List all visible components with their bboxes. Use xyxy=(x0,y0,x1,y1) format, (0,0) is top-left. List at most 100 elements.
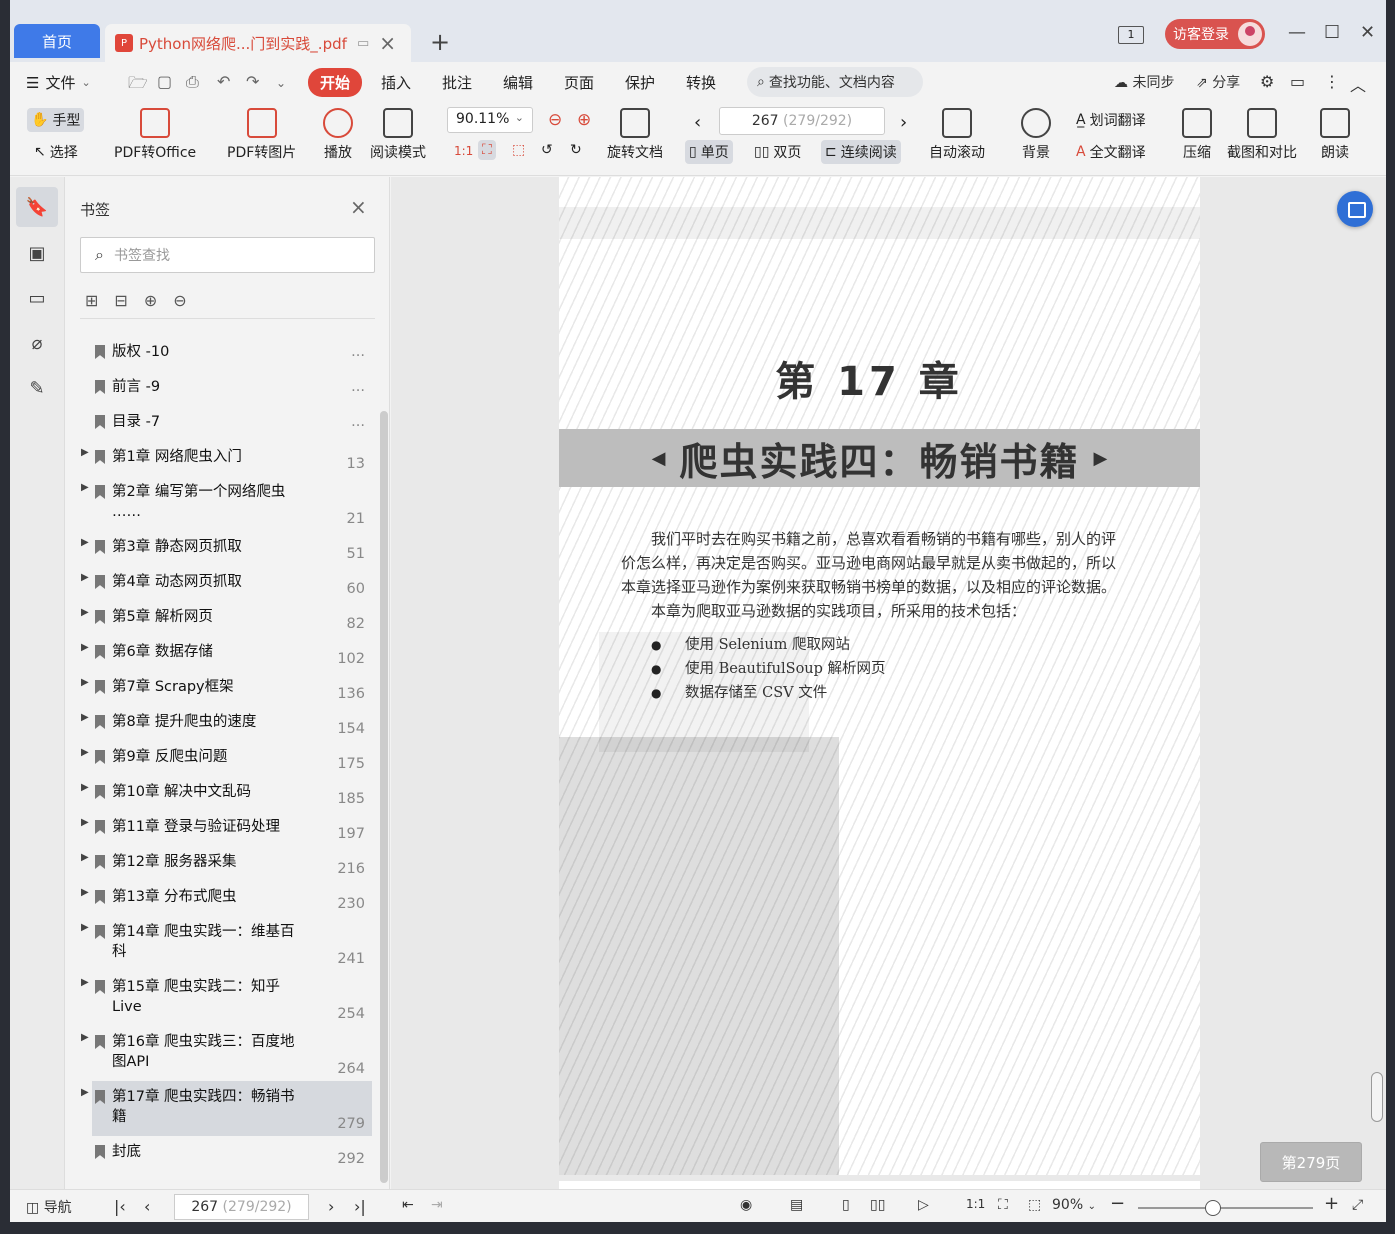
close-window-button[interactable]: ✕ xyxy=(1360,22,1375,43)
read-mode-button[interactable]: 阅读模式 xyxy=(370,108,426,162)
share-button[interactable]: ⇗ 分享 xyxy=(1196,72,1240,92)
attachment-icon[interactable]: ⌀ xyxy=(16,323,58,363)
compress-button[interactable]: 压缩 xyxy=(1182,108,1212,162)
fullscreen-icon[interactable]: ⤢ xyxy=(1352,1197,1363,1213)
feature-search[interactable]: ⌕ 查找功能、文档内容 xyxy=(747,67,923,97)
pin-icon[interactable]: ▭ xyxy=(357,36,369,51)
rotate-left-icon[interactable]: ↺ xyxy=(537,140,557,160)
tab-home[interactable]: 首页 xyxy=(14,24,100,58)
tab-start[interactable]: 开始 xyxy=(308,68,363,97)
fit-width-icon[interactable]: ⬚ xyxy=(1028,1197,1041,1213)
expand-arrow-icon[interactable]: ▶ xyxy=(81,887,89,898)
expand-arrow-icon[interactable]: ▶ xyxy=(81,922,89,933)
expand-arrow-icon[interactable]: ▶ xyxy=(81,977,89,988)
expand-arrow-icon[interactable]: ▶ xyxy=(81,817,89,828)
bookmark-panel-icon[interactable]: 🔖 xyxy=(16,187,58,227)
rotate-right-icon[interactable]: ↻ xyxy=(566,140,586,160)
minimize-button[interactable]: — xyxy=(1288,22,1306,43)
settings-icon[interactable]: ⚙ xyxy=(1260,72,1274,91)
undo-icon[interactable]: ↶ xyxy=(217,72,230,91)
next-page-icon[interactable]: › xyxy=(896,110,911,135)
prev-page-icon[interactable]: ‹ xyxy=(690,110,705,135)
guest-login-button[interactable]: 访客登录 xyxy=(1165,19,1265,49)
panel-scrollbar[interactable] xyxy=(380,411,388,1183)
annotation-icon[interactable]: ▭ xyxy=(16,278,58,318)
first-page-icon[interactable]: |‹ xyxy=(114,1197,126,1216)
status-page-input[interactable]: 267 (279/292) xyxy=(174,1194,309,1220)
comment-icon[interactable]: ▭ xyxy=(1290,72,1305,91)
fit-page-icon[interactable]: ⛶ xyxy=(998,1197,1008,1213)
document-scrollbar[interactable] xyxy=(1371,1072,1383,1122)
play-button[interactable]: 播放 xyxy=(323,108,353,162)
expand-arrow-icon[interactable]: ▶ xyxy=(81,1032,89,1043)
expand-arrow-icon[interactable]: ▶ xyxy=(81,447,89,458)
select-tool-button[interactable]: ↖ 选择 xyxy=(30,140,82,164)
signature-icon[interactable]: ✎ xyxy=(16,368,58,408)
tab-insert[interactable]: 插入 xyxy=(381,72,411,93)
zoom-out-icon[interactable]: − xyxy=(1110,1193,1125,1214)
expand-arrow-icon[interactable]: ▶ xyxy=(81,482,89,493)
collapse-all-icon[interactable]: ⊟ xyxy=(114,291,127,310)
expand-arrow-icon[interactable]: ▶ xyxy=(81,642,89,653)
double-page-button[interactable]: ▯▯ 双页 xyxy=(750,140,805,164)
pdf-to-office-button[interactable]: PDF转Office xyxy=(114,108,196,162)
play-icon[interactable]: ▷ xyxy=(918,1197,929,1213)
save-icon[interactable]: ▢ xyxy=(157,72,172,91)
redo-icon[interactable]: ↷ xyxy=(246,72,259,91)
tab-annotate[interactable]: 批注 xyxy=(442,72,472,93)
zoom-percent[interactable]: 90% ⌄ xyxy=(1052,1197,1096,1213)
expand-arrow-icon[interactable]: ▶ xyxy=(81,677,89,688)
page-number-input[interactable]: 267 (279/292) xyxy=(719,107,885,135)
expand-arrow-icon[interactable]: ▶ xyxy=(81,572,89,583)
prev-page-icon[interactable]: ‹ xyxy=(144,1197,150,1216)
zoom-in-icon[interactable]: ⊕ xyxy=(573,108,595,132)
word-translate-button[interactable]: A̲ 划词翻译 xyxy=(1072,108,1150,132)
continuous-mode-icon[interactable]: ▤ xyxy=(790,1197,803,1213)
screenshot-compare-button[interactable]: 截图和对比 xyxy=(1227,108,1297,162)
single-page-button[interactable]: ▯ 单页 xyxy=(685,140,733,164)
thumbnail-icon[interactable]: ▣ xyxy=(16,233,58,273)
hand-tool-button[interactable]: ✋ 手型 xyxy=(27,108,85,132)
tab-document[interactable]: P Python网络爬...门到实践_.pdf ▭ × xyxy=(105,24,411,62)
expand-arrow-icon[interactable]: ▶ xyxy=(81,537,89,548)
rotate-doc-button[interactable]: 旋转文档 xyxy=(607,108,663,162)
zoom-out-icon[interactable]: ⊖ xyxy=(544,108,566,132)
double-mode-icon[interactable]: ▯▯ xyxy=(870,1197,885,1213)
more-icon[interactable]: ⋮ xyxy=(1324,72,1340,91)
open-icon[interactable]: 🗁 xyxy=(128,72,148,99)
zoom-slider-handle[interactable] xyxy=(1205,1200,1221,1216)
fit-page-icon[interactable]: ⛶ xyxy=(478,140,496,160)
expand-arrow-icon[interactable]: ▶ xyxy=(81,1087,89,1098)
maximize-button[interactable]: ☐ xyxy=(1324,22,1340,43)
pdf-to-image-button[interactable]: PDF转图片 xyxy=(227,108,296,162)
expand-all-icon[interactable]: ⊞ xyxy=(85,291,98,310)
back-icon[interactable]: ⇤ xyxy=(402,1197,414,1213)
close-tab-icon[interactable]: × xyxy=(379,31,396,55)
fit-width-icon[interactable]: ⬚ xyxy=(508,140,529,160)
window-count-icon[interactable]: 1 xyxy=(1118,26,1144,44)
document-viewport[interactable]: 第 17 章 ◀ 爬虫实践四：畅销书籍 ▶ 我们平时去在购买书籍之前，总喜欢看看… xyxy=(391,177,1386,1189)
expand-arrow-icon[interactable]: ▶ xyxy=(81,607,89,618)
background-button[interactable]: 背景 xyxy=(1021,108,1051,162)
forward-icon[interactable]: ⇥ xyxy=(431,1197,443,1213)
full-translate-button[interactable]: A 全文翻译 xyxy=(1072,140,1150,164)
continuous-read-button[interactable]: ⊏ 连续阅读 xyxy=(821,140,901,164)
collapse-ribbon-icon[interactable]: ︿ xyxy=(1350,72,1366,96)
close-icon[interactable]: × xyxy=(350,195,367,219)
expand-arrow-icon[interactable]: ▶ xyxy=(81,747,89,758)
tab-edit[interactable]: 编辑 xyxy=(503,72,533,93)
print-icon[interactable]: ⎙ xyxy=(186,72,199,92)
tab-page[interactable]: 页面 xyxy=(564,72,594,93)
expand-arrow-icon[interactable]: ▶ xyxy=(81,782,89,793)
actual-size-icon[interactable]: 1:1 xyxy=(450,142,477,160)
zoom-in-icon[interactable]: + xyxy=(1324,1193,1339,1214)
bookmark-search-input[interactable]: ⌕ 书签查找 xyxy=(80,237,375,273)
eye-icon[interactable]: ◉ xyxy=(740,1197,752,1213)
last-page-icon[interactable]: ›| xyxy=(354,1197,366,1216)
more-quick-icon[interactable]: ⌄ xyxy=(276,76,286,90)
floating-tool-icon[interactable] xyxy=(1337,191,1373,227)
add-bookmark-icon[interactable]: ⊕ xyxy=(144,291,157,310)
remove-bookmark-icon[interactable]: ⊖ xyxy=(173,291,186,310)
zoom-slider-track[interactable] xyxy=(1138,1207,1313,1209)
tab-protect[interactable]: 保护 xyxy=(625,72,655,93)
